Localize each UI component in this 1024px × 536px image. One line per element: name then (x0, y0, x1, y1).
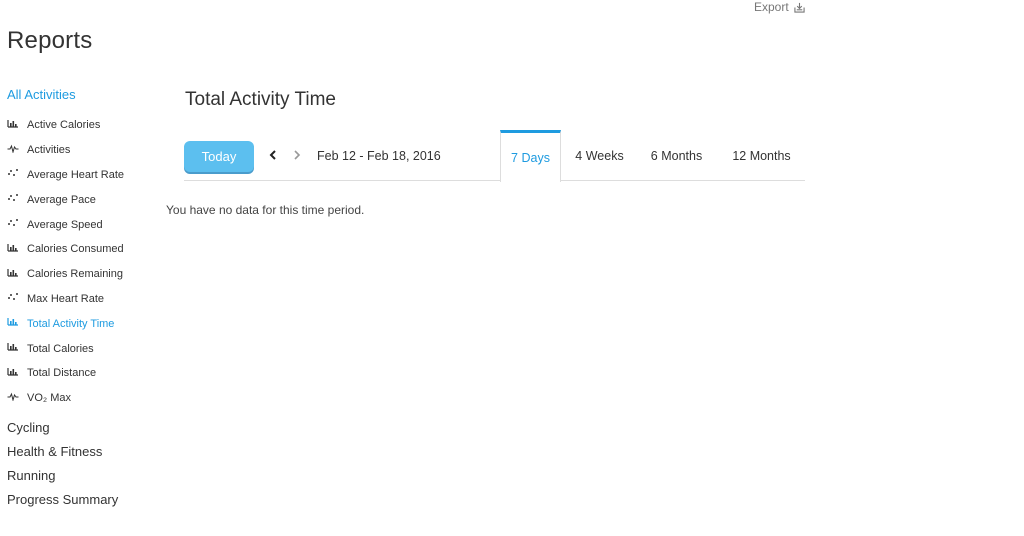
export-label: Export (754, 0, 789, 14)
sidebar-item-label: Average Heart Rate (27, 168, 125, 181)
sidebar-item-label: Max Heart Rate (27, 292, 105, 305)
sidebar-category-all-activities[interactable]: All Activities (7, 86, 157, 104)
sidebar-item-average-speed[interactable]: Average Speed (7, 212, 157, 237)
export-icon (794, 2, 805, 13)
previous-period-button[interactable] (267, 147, 279, 163)
sidebar-item-max-heart-rate[interactable]: Max Heart Rate (7, 287, 157, 312)
empty-state-message: You have no data for this time period. (166, 203, 365, 217)
sidebar-item-average-heart-rate[interactable]: Average Heart Rate (7, 163, 157, 188)
line-chart-icon (7, 144, 19, 153)
sidebar-item-total-activity-time[interactable]: Total Activity Time (7, 311, 157, 336)
sidebar-item-label: Calories Remaining (27, 268, 123, 281)
sidebar-item-label: Average Speed (27, 218, 103, 231)
bar-chart-icon (7, 119, 19, 128)
scatter-chart-icon (7, 218, 19, 227)
scatter-chart-icon (7, 193, 19, 202)
scatter-chart-icon (7, 292, 19, 301)
sidebar-item-label: VO₂ Max (27, 392, 71, 405)
sidebar-item-average-pace[interactable]: Average Pace (7, 187, 157, 212)
sidebar-item-total-distance[interactable]: Total Distance (7, 361, 157, 386)
sidebar-item-calories-remaining[interactable]: Calories Remaining (7, 262, 157, 287)
report-title: Total Activity Time (185, 89, 336, 110)
line-chart-icon (7, 392, 19, 401)
sidebar-category-list: Cycling Health & Fitness Running Progres… (7, 416, 157, 513)
tab-6-months[interactable]: 6 Months (638, 130, 715, 181)
scatter-chart-icon (7, 168, 19, 177)
page-title: Reports (7, 27, 93, 54)
sidebar: All Activities Active Calories Activities… (7, 86, 157, 513)
sidebar-item-label: Total Distance (27, 367, 97, 380)
sidebar-item-label: Active Calories (27, 119, 101, 132)
export-link[interactable]: Export (754, 0, 805, 14)
sidebar-item-activities[interactable]: Activities (7, 138, 157, 163)
sidebar-item-label: Total Activity Time (27, 317, 115, 330)
sidebar-sub-list: Active Calories Activities Average Heart R… (7, 113, 157, 411)
period-tabs: 7 Days 4 Weeks 6 Months 12 Months (500, 130, 808, 182)
sidebar-item-label: Calories Consumed (27, 243, 124, 256)
sidebar-item-label: Activities (27, 144, 71, 157)
bar-chart-icon (7, 317, 19, 326)
tab-12-months[interactable]: 12 Months (715, 130, 808, 181)
sidebar-item-label: Total Calories (27, 342, 94, 355)
next-period-button[interactable] (291, 147, 303, 163)
bar-chart-icon (7, 268, 19, 277)
sidebar-item-active-calories[interactable]: Active Calories (7, 113, 157, 138)
sidebar-item-total-calories[interactable]: Total Calories (7, 336, 157, 361)
sidebar-category-health-fitness[interactable]: Health & Fitness (7, 440, 157, 464)
report-toolbar: Today Feb 12 - Feb 18, 2016 7 Days 4 Wee… (184, 130, 808, 182)
sidebar-item-calories-consumed[interactable]: Calories Consumed (7, 237, 157, 262)
bar-chart-icon (7, 243, 19, 252)
sidebar-category-progress-summary[interactable]: Progress Summary (7, 488, 157, 512)
bar-chart-icon (7, 342, 19, 351)
today-button[interactable]: Today (184, 141, 254, 172)
tab-7-days[interactable]: 7 Days (500, 130, 561, 182)
chevron-left-icon (269, 150, 276, 160)
sidebar-item-label: Average Pace (27, 193, 96, 206)
sidebar-category-cycling[interactable]: Cycling (7, 416, 157, 440)
chevron-right-icon (294, 150, 301, 160)
date-range: Feb 12 - Feb 18, 2016 (317, 149, 441, 163)
sidebar-item-vo-max[interactable]: VO₂ Max (7, 386, 157, 411)
tab-4-weeks[interactable]: 4 Weeks (561, 130, 638, 181)
bar-chart-icon (7, 367, 19, 376)
sidebar-category-running[interactable]: Running (7, 464, 157, 488)
